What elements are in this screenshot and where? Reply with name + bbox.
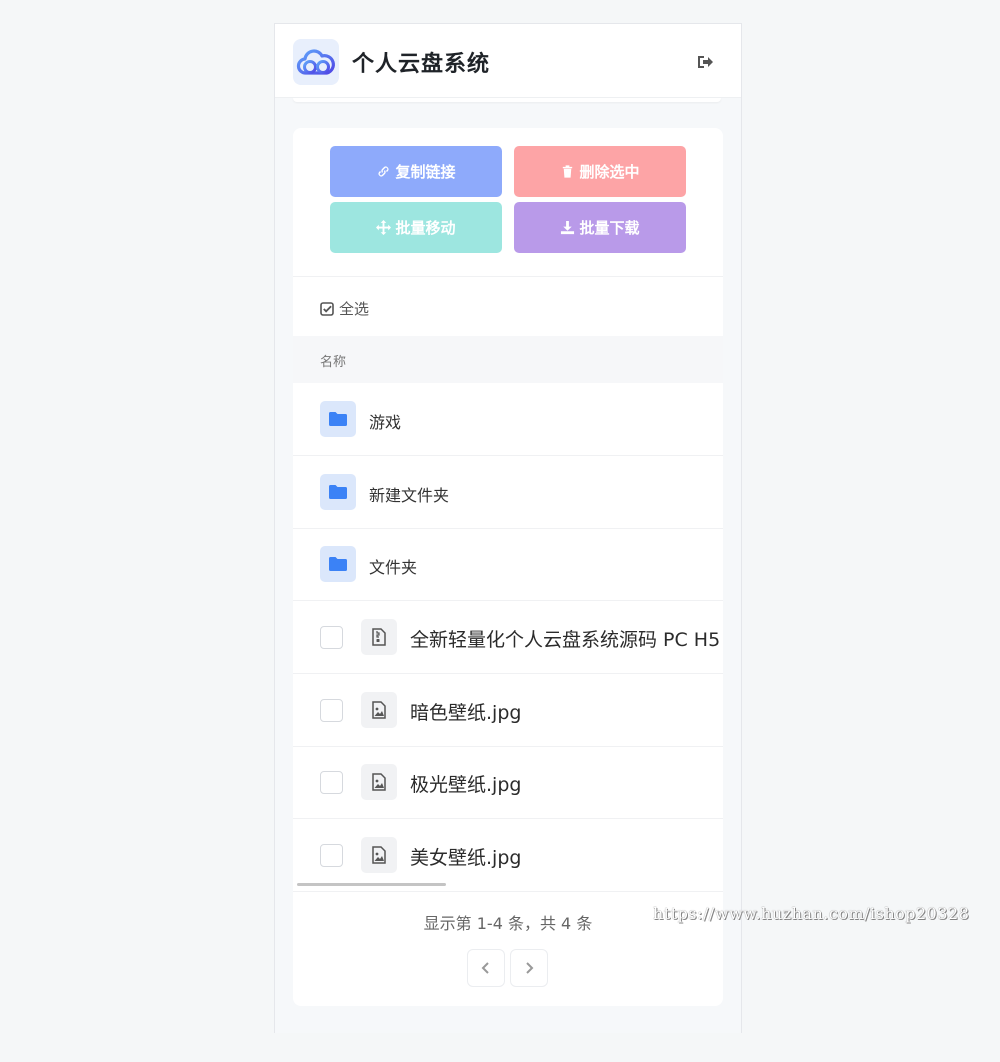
file-row[interactable]: 全新轻量化个人云盘系统源码 PC H5自: [293, 601, 723, 674]
chevron-right-icon: [526, 962, 534, 974]
link-icon: [379, 166, 389, 177]
image-file-icon: [361, 692, 397, 728]
batch-move-label: 批量移动: [395, 219, 456, 237]
file-name: 美女壁纸.jpg: [410, 847, 522, 869]
prev-page-button[interactable]: [467, 949, 505, 987]
folder-name: 文件夹: [369, 558, 418, 577]
file-row[interactable]: 极光壁纸.jpg: [293, 746, 723, 819]
watermark-url: https://www.huzhan.com/ishop20328: [653, 904, 970, 923]
folder-icon: [320, 474, 356, 510]
file-checkbox[interactable]: [320, 626, 343, 649]
delete-selected-label: 删除选中: [579, 163, 640, 181]
batch-download-label: 批量下载: [579, 219, 640, 237]
file-name: 全新轻量化个人云盘系统源码 PC H5自: [410, 629, 723, 651]
file-checkbox[interactable]: [320, 844, 343, 867]
batch-move-button[interactable]: 批量移动: [330, 202, 502, 253]
file-checkbox[interactable]: [320, 699, 343, 722]
folder-row[interactable]: 游戏: [293, 383, 723, 456]
file-row[interactable]: 美女壁纸.jpg: [293, 819, 723, 892]
app-window: 个人云盘系统 复制链接 删除选中 批量移动 批量下载 全选 名称 游戏 新建文件…: [274, 23, 742, 1033]
folder-name: 新建文件夹: [369, 486, 450, 505]
cloud-logo-icon: [293, 39, 339, 85]
download-icon: [561, 220, 575, 235]
sign-out-icon[interactable]: [696, 54, 714, 70]
next-page-button[interactable]: [510, 949, 548, 987]
header-card-edge: [293, 98, 721, 102]
folder-row[interactable]: 文件夹: [293, 528, 723, 601]
column-name: 名称: [320, 355, 347, 370]
trash-icon: [563, 165, 573, 178]
table-header: 名称: [293, 336, 723, 383]
horizontal-scrollbar[interactable]: [297, 883, 446, 886]
arrows-move-icon: [376, 220, 392, 235]
folder-icon: [320, 401, 356, 437]
divider: [293, 276, 723, 277]
file-name: 极光壁纸.jpg: [410, 774, 522, 796]
app-header: 个人云盘系统: [275, 24, 741, 98]
file-row[interactable]: 暗色壁纸.jpg: [293, 674, 723, 747]
file-name: 暗色壁纸.jpg: [410, 702, 522, 724]
image-file-icon: [361, 837, 397, 873]
select-all-toggle[interactable]: 全选: [320, 298, 369, 319]
select-all-label: 全选: [339, 300, 370, 318]
copy-link-label: 复制链接: [395, 163, 456, 181]
image-file-icon: [361, 764, 397, 800]
batch-download-button[interactable]: 批量下载: [514, 202, 686, 253]
folder-icon: [320, 546, 356, 582]
folder-row[interactable]: 新建文件夹: [293, 456, 723, 529]
file-list-card: 复制链接 删除选中 批量移动 批量下载 全选 名称 游戏 新建文件夹 文件夹 全…: [293, 128, 723, 1006]
delete-selected-button[interactable]: 删除选中: [514, 146, 686, 197]
copy-link-button[interactable]: 复制链接: [330, 146, 502, 197]
zip-file-icon: [361, 619, 397, 655]
check-square-icon: [320, 301, 334, 316]
file-checkbox[interactable]: [320, 771, 343, 794]
folder-name: 游戏: [369, 413, 402, 432]
chevron-left-icon: [481, 962, 489, 974]
app-title: 个人云盘系统: [352, 52, 491, 77]
